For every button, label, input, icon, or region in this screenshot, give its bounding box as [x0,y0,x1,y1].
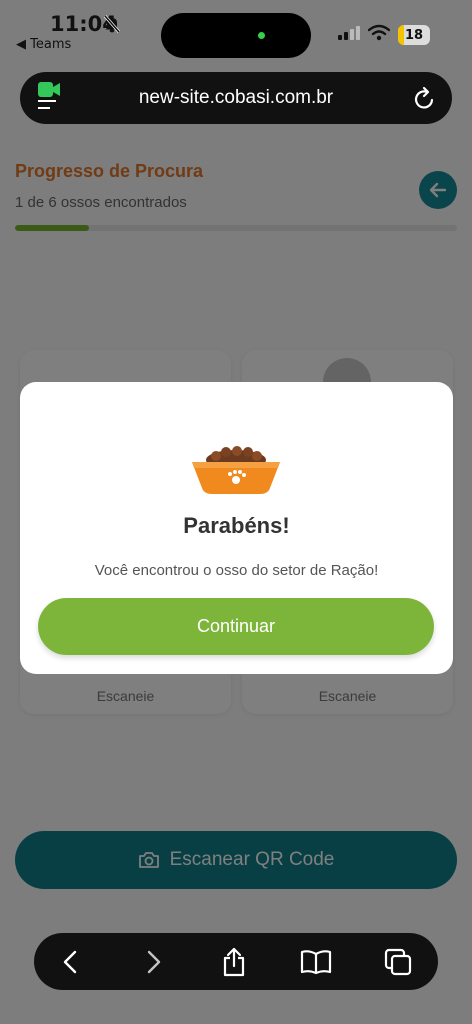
back-to-app-link[interactable]: ◀ Teams [16,37,71,52]
reload-icon[interactable] [414,86,436,110]
cellular-signal-icon [338,26,360,40]
bell-muted-icon [104,15,120,33]
success-modal: Parabéns! Você encontrou o osso do setor… [20,382,453,674]
status-bar: 11:04 ◀ Teams 18 [0,0,472,62]
share-icon [223,947,245,976]
url-text: new-site.cobasi.com.br [138,87,334,108]
tabs-button[interactable] [368,933,428,990]
back-nav-button[interactable] [40,933,100,990]
bookmarks-button[interactable] [286,933,346,990]
forward-nav-button[interactable] [124,933,184,990]
food-bowl-icon [192,446,280,494]
battery-icon: 18 [398,25,430,45]
browser-toolbar [34,933,438,990]
modal-title: Parabéns! [183,513,290,538]
share-button[interactable] [204,933,264,990]
battery-percent: 18 [404,27,424,43]
chevron-right-icon [147,950,161,973]
camera-indicator-icon [258,32,265,39]
tabs-icon [384,948,412,975]
dynamic-island [161,13,311,58]
continue-button[interactable]: Continuar [38,598,434,655]
book-icon [300,949,332,974]
wifi-icon [368,24,390,41]
modal-message: Você encontrou o osso do setor de Ração! [94,562,379,579]
chevron-left-icon [63,950,77,973]
address-bar[interactable]: new-site.cobasi.com.br [20,72,452,124]
page: Progresso de Procura 1 de 6 ossos encont… [0,0,472,1024]
